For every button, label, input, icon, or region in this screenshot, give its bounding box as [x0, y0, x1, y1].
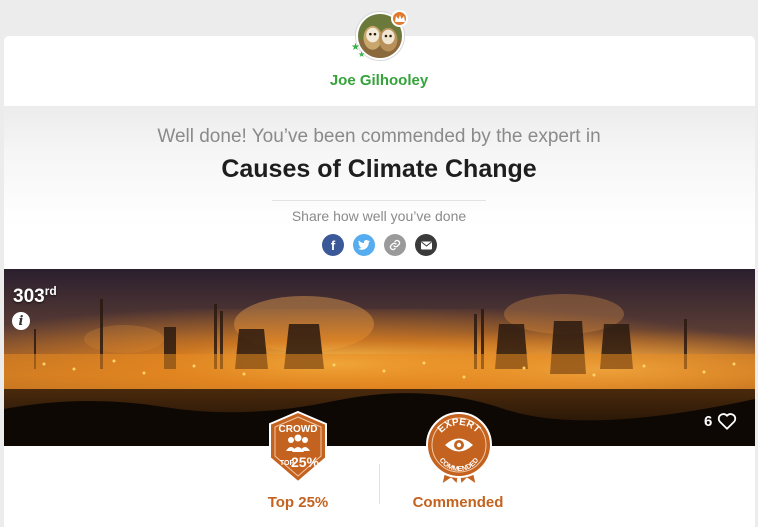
email-share-button[interactable]: [415, 234, 437, 256]
user-avatar-container[interactable]: ★ ★: [351, 10, 408, 60]
rank-suffix: rd: [44, 284, 57, 298]
crowd-top-25-badge[interactable]: CROWD TOP 25%: [266, 410, 330, 484]
badge-divider: [379, 464, 380, 504]
like-control[interactable]: 6: [704, 412, 737, 430]
info-icon[interactable]: i: [12, 312, 30, 330]
topic-title[interactable]: Causes of Climate Change: [0, 155, 758, 184]
entry-photo[interactable]: [4, 269, 755, 446]
twitter-icon: [358, 240, 370, 250]
share-buttons: f: [322, 234, 437, 256]
crowd-ribbon-text: CROWD: [279, 424, 318, 435]
info-glyph: i: [18, 313, 24, 329]
copy-link-button[interactable]: [384, 234, 406, 256]
share-prompt: Share how well you’ve done: [291, 208, 467, 224]
like-count: 6: [704, 412, 713, 430]
expert-badge-label: Commended: [412, 494, 504, 511]
facebook-icon: f: [330, 237, 336, 253]
expert-commended-badge[interactable]: EXPERT COMMENDED: [424, 410, 494, 486]
twitter-share-button[interactable]: [353, 234, 375, 256]
crown-icon: [391, 10, 408, 27]
envelope-icon: [420, 241, 432, 249]
facebook-share-button[interactable]: f: [322, 234, 344, 256]
crowd-percent-text: 25%: [291, 454, 320, 470]
link-icon: [389, 239, 401, 251]
heart-icon[interactable]: [717, 412, 737, 430]
commendation-text: Well done! You’ve been commended by the …: [157, 126, 601, 147]
divider: [272, 200, 486, 201]
crowd-badge-label: Top 25%: [267, 494, 329, 511]
rank-position: 303rd: [13, 284, 57, 308]
username[interactable]: Joe Gilhooley: [0, 72, 758, 89]
star-icon: ★: [358, 50, 366, 59]
rank-number: 303: [13, 286, 45, 307]
